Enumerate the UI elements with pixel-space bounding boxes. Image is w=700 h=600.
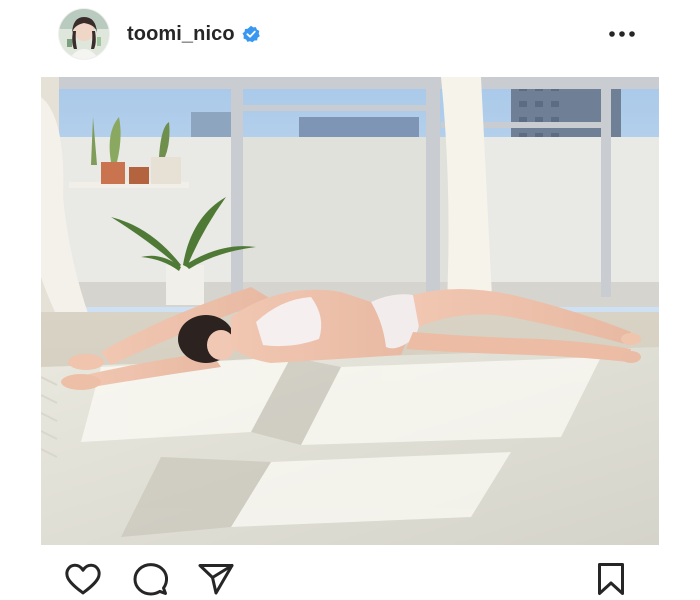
verified-badge-icon [242,25,260,43]
avatar[interactable] [59,9,109,59]
post-header: toomi_nico [0,0,700,70]
avatar-image [59,9,109,59]
bookmark-icon [598,563,624,595]
save-button[interactable] [591,562,631,596]
paper-plane-icon [198,564,234,595]
comment-button[interactable] [130,562,170,596]
more-horizontal-icon [609,31,635,37]
post-image [41,77,659,545]
more-options-button[interactable] [604,18,640,50]
username-row: toomi_nico [127,20,260,48]
share-button[interactable] [196,562,236,596]
heart-icon [65,563,101,595]
like-button[interactable] [63,562,103,596]
comment-icon [133,563,169,596]
username[interactable]: toomi_nico [127,23,235,46]
post-actions [0,556,700,600]
post-photo[interactable] [41,77,659,545]
